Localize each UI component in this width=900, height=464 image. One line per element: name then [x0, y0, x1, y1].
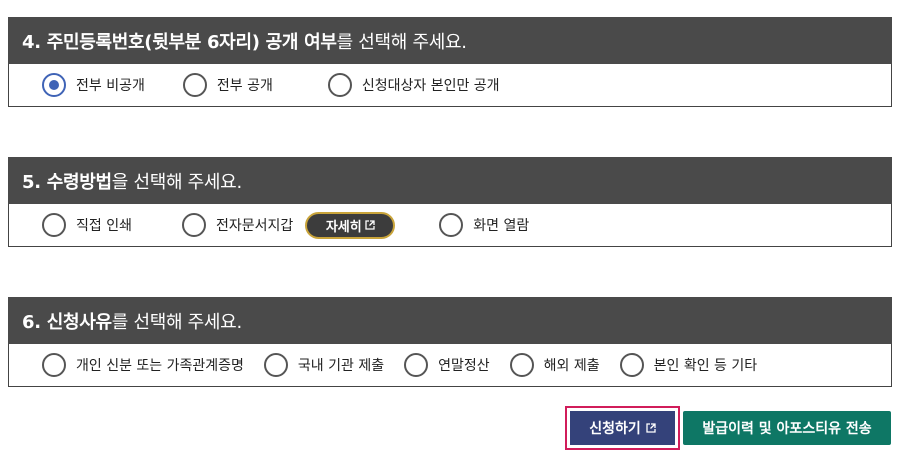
- radio-option-screen-view[interactable]: 화면 열람: [439, 213, 529, 237]
- section-id-number-disclosure: 4. 주민등록번호(뒷부분 6자리) 공개 여부 를 선택해 주세요. 전부 비공…: [8, 17, 892, 107]
- option-label: 전부 비공개: [76, 78, 145, 94]
- radio-option-domestic-submit[interactable]: 국내 기관 제출: [263, 353, 385, 377]
- radio-button[interactable]: [404, 353, 429, 377]
- section-header: 5. 수령방법 을 선택해 주세요.: [8, 157, 892, 204]
- radio-button[interactable]: [182, 73, 207, 97]
- radio-option-self-only[interactable]: 신청대상자 본인만 공개: [327, 73, 500, 97]
- option-label: 개인 신분 또는 가족관계증명: [76, 358, 244, 374]
- detail-button-label: 자세히: [325, 219, 362, 235]
- section-options: 전부 비공개 전부 공개 신청대상자 본인만 공개: [8, 64, 892, 107]
- radio-button[interactable]: [509, 353, 534, 377]
- radio-button[interactable]: [263, 353, 288, 377]
- radio-button[interactable]: [439, 213, 464, 237]
- radio-button[interactable]: [181, 213, 206, 237]
- section-title-rest: 를 선택해 주세요.: [111, 311, 242, 333]
- section-title-rest: 를 선택해 주세요.: [336, 31, 467, 53]
- radio-button[interactable]: [327, 73, 352, 97]
- section-options: 개인 신분 또는 가족관계증명 국내 기관 제출 연말정산 해외 제출 본인 확…: [8, 344, 892, 387]
- radio-button[interactable]: [42, 353, 66, 377]
- radio-option-year-end-tax[interactable]: 연말정산: [404, 353, 490, 377]
- radio-option-all-public[interactable]: 전부 공개: [182, 73, 273, 97]
- option-label: 연말정산: [438, 358, 490, 374]
- radio-button[interactable]: [619, 353, 644, 377]
- section-header: 6. 신청사유 를 선택해 주세요.: [8, 297, 892, 344]
- radio-option-other[interactable]: 본인 확인 등 기타: [619, 353, 758, 377]
- radio-button[interactable]: [42, 213, 66, 237]
- history-button-label: 발급이력 및 아포스티유 전송: [702, 421, 872, 437]
- radio-option-print[interactable]: 직접 인쇄: [42, 213, 132, 237]
- option-label: 전자문서지갑: [215, 218, 294, 234]
- detail-button[interactable]: 자세히: [305, 211, 396, 239]
- option-label: 국내 기관 제출: [297, 358, 385, 374]
- option-label: 직접 인쇄: [76, 218, 132, 234]
- apply-button-label: 신청하기: [589, 421, 641, 437]
- radio-option-e-wallet[interactable]: 전자문서지갑 자세히: [181, 211, 396, 239]
- section-title-rest: 을 선택해 주세요.: [111, 171, 242, 193]
- issuance-history-apostille-button[interactable]: 발급이력 및 아포스티유 전송: [683, 411, 891, 445]
- radio-option-all-private[interactable]: 전부 비공개: [42, 73, 145, 97]
- option-label: 신청대상자 본인만 공개: [361, 78, 500, 94]
- section-title-bold: 6. 신청사유: [22, 311, 112, 333]
- option-label: 화면 열람: [473, 218, 530, 234]
- option-label: 해외 제출: [543, 358, 600, 374]
- apply-button[interactable]: 신청하기: [570, 411, 675, 445]
- section-receive-method: 5. 수령방법 을 선택해 주세요. 직접 인쇄 전자문서지갑 자세히 화면 열람: [8, 157, 892, 247]
- option-label: 전부 공개: [216, 78, 273, 94]
- section-application-reason: 6. 신청사유 를 선택해 주세요. 개인 신분 또는 가족관계증명 국내 기관 …: [8, 297, 892, 387]
- radio-button-checked[interactable]: [42, 73, 66, 97]
- section-title-bold: 4. 주민등록번호(뒷부분 6자리) 공개 여부: [22, 31, 337, 53]
- external-link-icon: [365, 220, 375, 230]
- external-link-icon: [646, 423, 656, 433]
- radio-option-overseas-submit[interactable]: 해외 제출: [509, 353, 600, 377]
- section-title-bold: 5. 수령방법: [22, 171, 112, 193]
- section-options: 직접 인쇄 전자문서지갑 자세히 화면 열람: [8, 204, 892, 247]
- option-label: 본인 확인 등 기타: [653, 358, 758, 374]
- section-header: 4. 주민등록번호(뒷부분 6자리) 공개 여부 를 선택해 주세요.: [8, 17, 892, 64]
- radio-option-identity-family[interactable]: 개인 신분 또는 가족관계증명: [42, 353, 244, 377]
- apply-button-highlight: 신청하기: [565, 406, 680, 450]
